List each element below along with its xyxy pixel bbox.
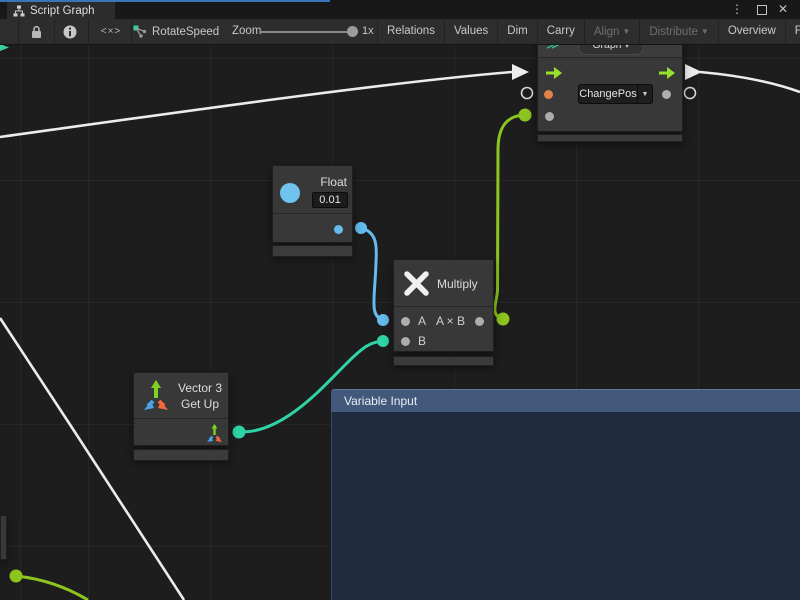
- port-label-a: A: [418, 314, 426, 328]
- align-button[interactable]: Align▼: [584, 19, 640, 44]
- full-screen-button[interactable]: Full Screen: [785, 19, 800, 44]
- divider: [134, 418, 228, 419]
- distribute-button[interactable]: Distribute▼: [639, 19, 718, 44]
- port-float-output[interactable]: [334, 225, 343, 234]
- vector3-output-icon[interactable]: [206, 424, 223, 442]
- port-multiply-result[interactable]: [475, 317, 484, 326]
- breadcrumb[interactable]: RotateSpeed: [133, 19, 219, 44]
- node-offscreen-left[interactable]: [0, 515, 7, 560]
- port-row3[interactable]: [545, 112, 554, 121]
- vector3-icon: [142, 380, 170, 410]
- node-vector3-title: Vector 3: [174, 381, 226, 395]
- changepos-dropdown-value: ChangePos: [579, 88, 637, 100]
- node-vector3-getup[interactable]: Vector 3 Get Up: [133, 372, 229, 446]
- zoom-slider-track[interactable]: [260, 31, 352, 33]
- node-multiply[interactable]: Multiply A A × B B: [393, 259, 494, 352]
- node-vector3-footer[interactable]: [133, 449, 229, 461]
- port-label-axb: A × B: [436, 314, 465, 328]
- align-label: Align: [594, 26, 620, 38]
- zoom-label: Zoom: [232, 19, 261, 44]
- maximize-icon[interactable]: [757, 5, 767, 15]
- port-label-b: B: [418, 334, 426, 348]
- node-graph-unit[interactable]: ≫ Graph ▾ ChangePos ▼: [537, 30, 683, 132]
- toolbar-buttons: Relations Values Dim Carry Align▼ Distri…: [377, 19, 800, 44]
- group-title: Variable Input: [344, 394, 417, 408]
- chevron-down-icon: ▼: [638, 91, 652, 98]
- code-view-button[interactable]: <×>: [92, 19, 130, 44]
- values-button[interactable]: Values: [444, 19, 497, 44]
- chevron-down-icon: ▼: [622, 27, 630, 36]
- overview-button[interactable]: Overview: [718, 19, 785, 44]
- script-graph-icon: [13, 5, 25, 17]
- changepos-dropdown[interactable]: ChangePos ▼: [578, 84, 653, 104]
- node-multiply-footer[interactable]: [393, 356, 494, 366]
- zoom-value: 1x: [362, 19, 374, 44]
- node-multiply-title: Multiply: [437, 277, 478, 291]
- title-bar: [0, 0, 800, 19]
- node-float-footer[interactable]: [272, 245, 353, 257]
- relations-button[interactable]: Relations: [377, 19, 444, 44]
- tab-script-graph[interactable]: Script Graph: [7, 2, 115, 19]
- port-output-right[interactable]: [662, 90, 671, 99]
- flow-arrow-input-icon[interactable]: [546, 67, 562, 79]
- info-icon: [63, 25, 77, 39]
- lock-icon: [30, 25, 43, 39]
- node-float-title: Float: [307, 175, 347, 189]
- flow-arrow-output-icon[interactable]: [659, 67, 675, 79]
- float-type-icon: [280, 183, 300, 203]
- divider: [88, 19, 89, 44]
- node-vector3-subtitle: Get Up: [174, 397, 226, 411]
- group-variable-input[interactable]: Variable Input: [331, 389, 800, 600]
- divider: [538, 57, 682, 58]
- divider: [394, 306, 493, 307]
- lock-button[interactable]: [24, 19, 48, 44]
- dim-button[interactable]: Dim: [497, 19, 536, 44]
- breadcrumb-graph-name: RotateSpeed: [152, 26, 219, 38]
- tab-title: Script Graph: [30, 5, 95, 17]
- divider: [273, 213, 352, 214]
- port-changepos-input[interactable]: [544, 90, 553, 99]
- close-icon[interactable]: ✕: [774, 0, 792, 19]
- divider: [18, 19, 19, 44]
- distribute-label: Distribute: [649, 26, 698, 38]
- window-menu-icon[interactable]: ⋮: [728, 0, 746, 19]
- float-value-field[interactable]: 0.01: [312, 192, 348, 208]
- group-body[interactable]: [331, 412, 800, 600]
- carry-button[interactable]: Carry: [537, 19, 584, 44]
- info-button[interactable]: [58, 19, 82, 44]
- code-icon: <×>: [101, 26, 122, 37]
- script-graph-window: Variable Input ≫: [0, 0, 800, 600]
- multiply-icon: [404, 271, 429, 296]
- group-header[interactable]: Variable Input: [331, 389, 800, 412]
- chevron-down-icon: ▼: [701, 27, 709, 36]
- divider: [54, 19, 55, 44]
- port-multiply-b[interactable]: [401, 337, 410, 346]
- graph-breadcrumb-icon: [133, 25, 147, 38]
- divider: [131, 19, 132, 44]
- node-float[interactable]: Float 0.01: [272, 165, 353, 243]
- node-graph-unit-footer[interactable]: [537, 134, 683, 142]
- port-multiply-a[interactable]: [401, 317, 410, 326]
- zoom-slider-handle[interactable]: [347, 26, 358, 37]
